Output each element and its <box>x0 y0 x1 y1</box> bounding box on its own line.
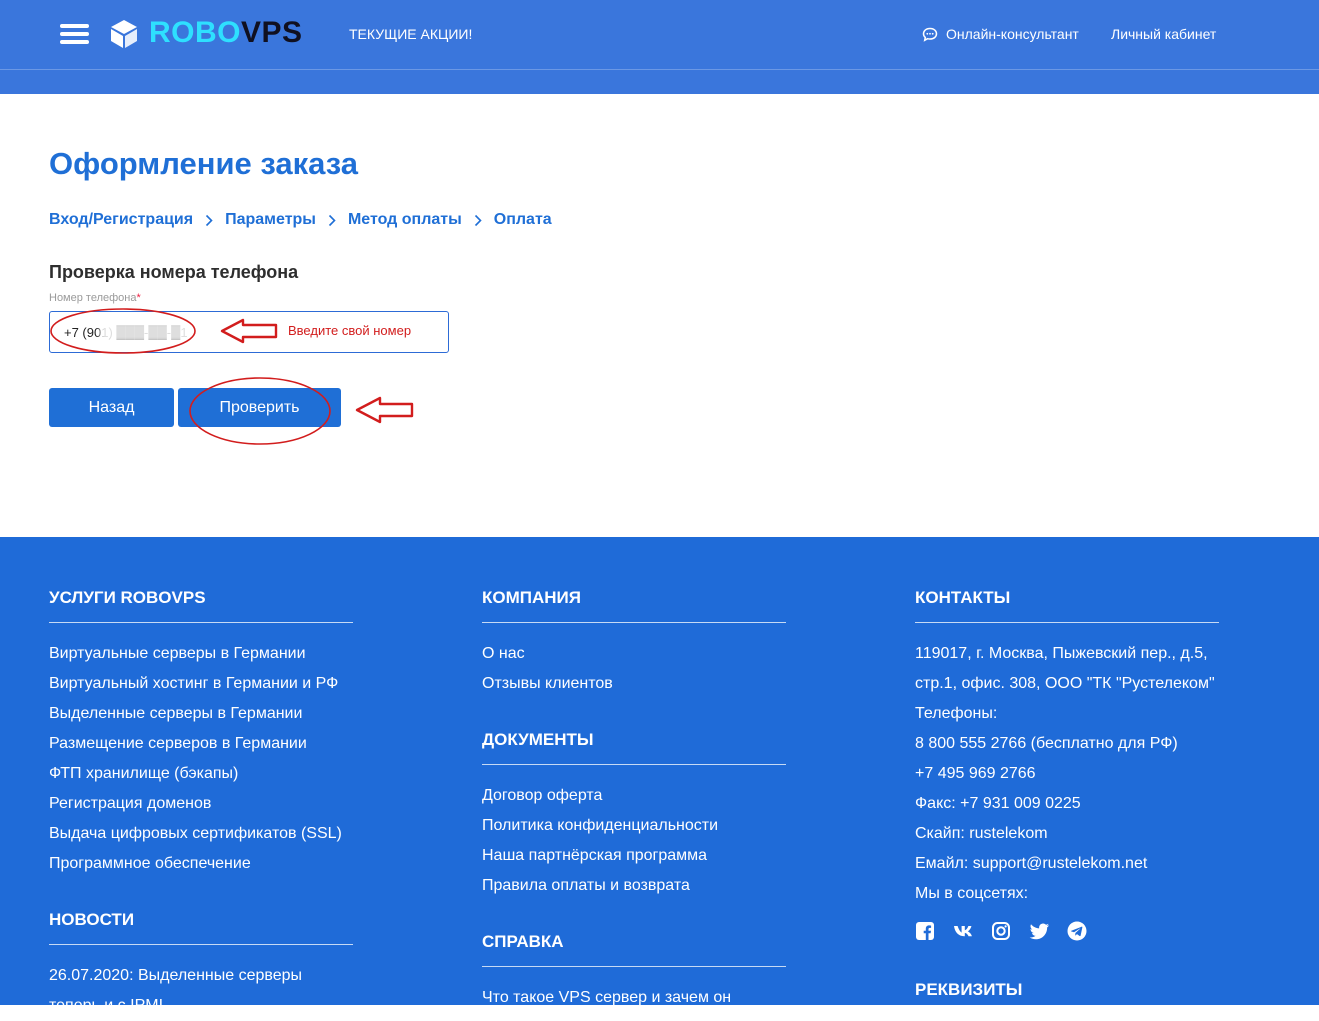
breadcrumb-step-payment[interactable]: Оплата <box>494 211 552 229</box>
footer-divider <box>482 764 786 765</box>
footer-documents-heading: ДОКУМЕНТЫ <box>482 730 594 749</box>
footer-divider <box>482 966 786 967</box>
footer-link[interactable]: Виртуальные серверы в Германии <box>49 639 342 669</box>
phone-label-text: Номер телефона <box>49 292 137 304</box>
contact-phones-label: Телефоны: <box>915 705 998 722</box>
footer-divider <box>49 944 353 945</box>
cube-logo-icon <box>111 20 137 48</box>
required-mark: * <box>136 292 141 304</box>
chat-bubble-icon <box>922 27 938 42</box>
footer-contacts-heading: КОНТАКТЫ <box>915 588 1011 607</box>
breadcrumb-step-params[interactable]: Параметры <box>225 211 316 229</box>
footer-link[interactable]: Что такое VPS сервер и зачем он <box>482 983 731 1013</box>
footer-requisites-heading: РЕКВИЗИТЫ <box>915 980 1023 999</box>
footer-link[interactable]: Отзывы клиентов <box>482 669 613 699</box>
site-logo[interactable]: ROBOVPS <box>149 16 303 50</box>
twitter-icon[interactable] <box>1029 921 1049 941</box>
footer-link[interactable]: Выдача цифровых сертификатов (SSL) <box>49 819 342 849</box>
contact-email[interactable]: Емайл: support@rustelekom.net <box>915 849 1147 879</box>
footer-news-list: 26.07.2020: Выделенные серверы теперь и … <box>49 961 302 1021</box>
breadcrumb-step-login[interactable]: Вход/Регистрация <box>49 211 193 229</box>
footer-link[interactable]: Правила оплаты и возврата <box>482 871 718 901</box>
contact-social-label: Мы в соцсетях: <box>915 885 1029 902</box>
back-button[interactable]: Назад <box>49 388 174 427</box>
contact-phone[interactable]: 8 800 555 2766 (бесплатно для РФ) <box>915 729 1178 759</box>
contact-address-line: 119017, г. Москва, Пыжевский пер., д.5, <box>915 645 1208 662</box>
news-item[interactable]: теперь и с IPMI <box>49 991 302 1021</box>
footer-link[interactable]: Политика конфиденциальности <box>482 811 718 841</box>
logo-robo: ROBO <box>149 16 241 49</box>
promo-link[interactable]: ТЕКУЩИЕ АКЦИИ! <box>349 26 472 42</box>
telegram-icon[interactable] <box>1067 921 1087 941</box>
footer-help-list: Что такое VPS сервер и зачем он <box>482 983 731 1013</box>
logo-vps: VPS <box>241 16 303 49</box>
footer-news-heading: НОВОСТИ <box>49 910 135 929</box>
footer-services-list: Виртуальные серверы в Германии Виртуальн… <box>49 639 342 879</box>
footer-link[interactable]: Наша партнёрская программа <box>482 841 718 871</box>
check-button[interactable]: Проверить <box>178 388 341 427</box>
footer-company-heading: КОМПАНИЯ <box>482 588 581 607</box>
online-consultant-label: Онлайн-консультант <box>946 26 1079 42</box>
personal-cabinet-link[interactable]: Личный кабинет <box>1111 26 1216 42</box>
contact-skype[interactable]: Скайп: rustelekom <box>915 819 1048 849</box>
contact-address-line: стр.1, офис. 308, ООО "ТК "Рустелеком" <box>915 675 1215 692</box>
social-links <box>915 921 1105 941</box>
header-divider <box>0 69 1319 70</box>
footer-link[interactable]: Договор оферта <box>482 781 718 811</box>
footer-link[interactable]: Программное обеспечение <box>49 849 342 879</box>
site-header: ROBOVPS ТЕКУЩИЕ АКЦИИ! Онлайн-консультан… <box>0 0 1319 94</box>
hint-text: Введите свой номер <box>288 323 412 338</box>
chevron-right-icon <box>206 214 213 226</box>
footer-divider <box>482 622 786 623</box>
facebook-icon[interactable] <box>915 921 935 941</box>
footer-company-list: О нас Отзывы клиентов <box>482 639 613 699</box>
contact-fax: Факс: +7 931 009 0225 <box>915 795 1081 812</box>
instagram-icon[interactable] <box>991 921 1011 941</box>
section-title: Проверка номера телефона <box>49 262 299 282</box>
footer-help-heading: СПРАВКА <box>482 932 564 951</box>
footer-link[interactable]: ФТП хранилище (бэкапы) <box>49 759 342 789</box>
footer-documents-list: Договор оферта Политика конфиденциальнос… <box>482 781 718 901</box>
news-item[interactable]: 26.07.2020: Выделенные серверы <box>49 961 302 991</box>
vk-icon[interactable] <box>953 921 973 941</box>
footer-link[interactable]: Размещение серверов в Германии <box>49 729 342 759</box>
contact-phone[interactable]: +7 495 969 2766 <box>915 759 1036 789</box>
page-title: Оформление заказа <box>49 146 359 181</box>
hamburger-menu-icon[interactable] <box>60 24 89 44</box>
footer-link[interactable]: Выделенные серверы в Германии <box>49 699 342 729</box>
footer-services-heading: УСЛУГИ ROBOVPS <box>49 588 206 607</box>
footer-link[interactable]: Виртуальный хостинг в Германии и РФ <box>49 669 342 699</box>
chevron-right-icon <box>474 214 482 226</box>
phone-label: Номер телефона* <box>49 292 141 304</box>
breadcrumb: Вход/Регистрация Параметры Метод оплаты … <box>49 211 552 229</box>
footer-divider <box>49 622 353 623</box>
online-consultant-link[interactable]: Онлайн-консультант <box>922 26 1079 42</box>
footer-divider <box>915 622 1219 623</box>
footer-link[interactable]: О нас <box>482 639 613 669</box>
footer-link[interactable]: Регистрация доменов <box>49 789 342 819</box>
check-annotation-arrow <box>355 396 414 424</box>
chevron-right-icon <box>328 214 336 226</box>
breadcrumb-step-payment-method[interactable]: Метод оплаты <box>348 211 462 229</box>
